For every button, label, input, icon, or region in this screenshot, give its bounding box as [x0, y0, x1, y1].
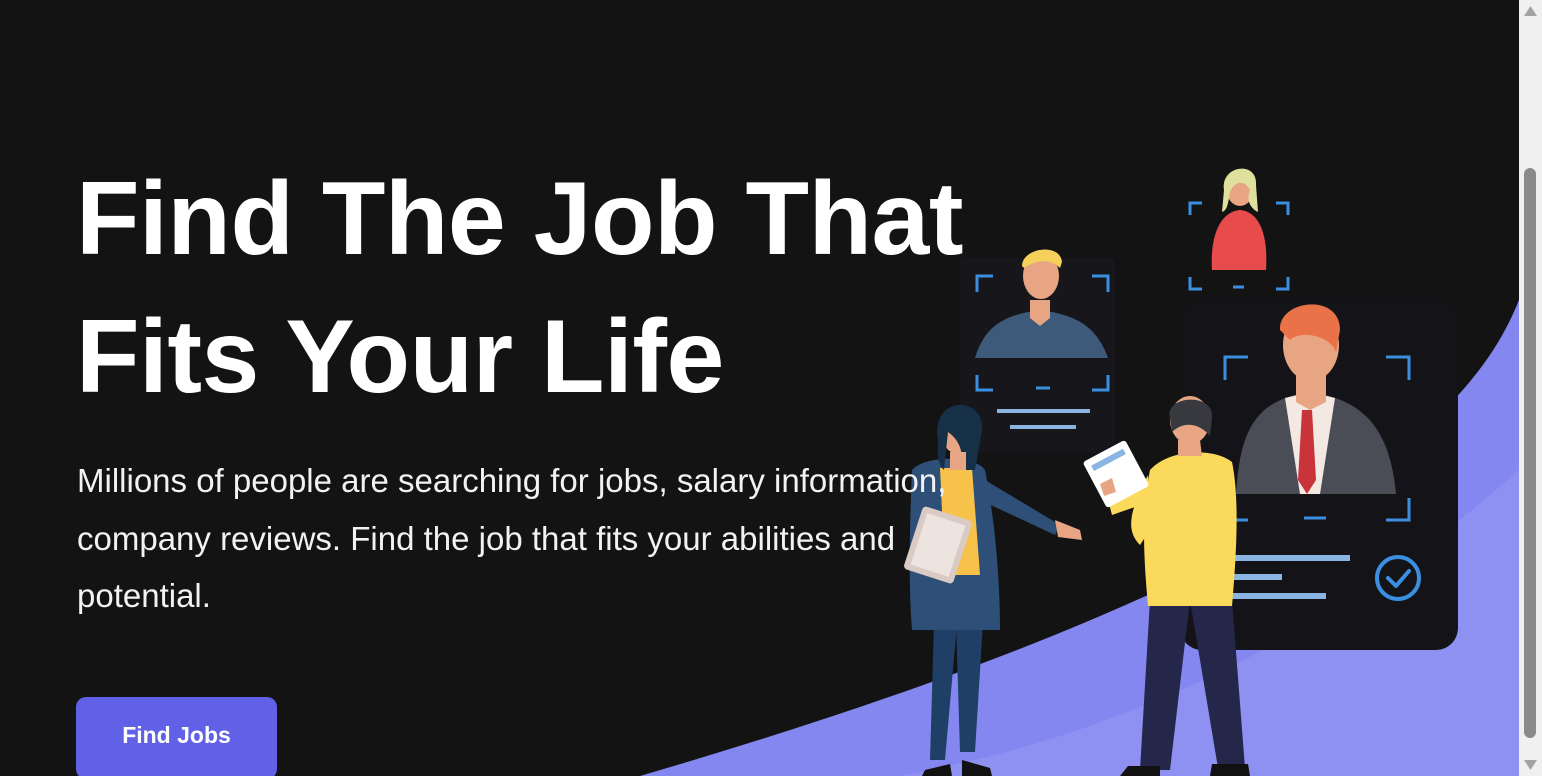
hero-title-line-1: Find The Job That: [76, 161, 963, 277]
triangle-up-icon[interactable]: [1522, 2, 1539, 19]
page: Find The Job That Fits Your Life Million…: [0, 0, 1542, 776]
hero-subtitle: Millions of people are searching for job…: [77, 462, 947, 614]
profile-avatar-top: [1211, 168, 1267, 270]
hero-title: Find The Job That Fits Your Life: [76, 150, 1016, 426]
scrollbar-thumb[interactable]: [1524, 168, 1536, 738]
hero-section: Find The Job That Fits Your Life Million…: [0, 0, 1519, 776]
triangle-down-icon[interactable]: [1522, 756, 1539, 773]
find-jobs-button[interactable]: Find Jobs: [76, 697, 277, 776]
vertical-scrollbar[interactable]: [1519, 0, 1542, 776]
hero-title-line-2: Fits Your Life: [76, 299, 724, 415]
